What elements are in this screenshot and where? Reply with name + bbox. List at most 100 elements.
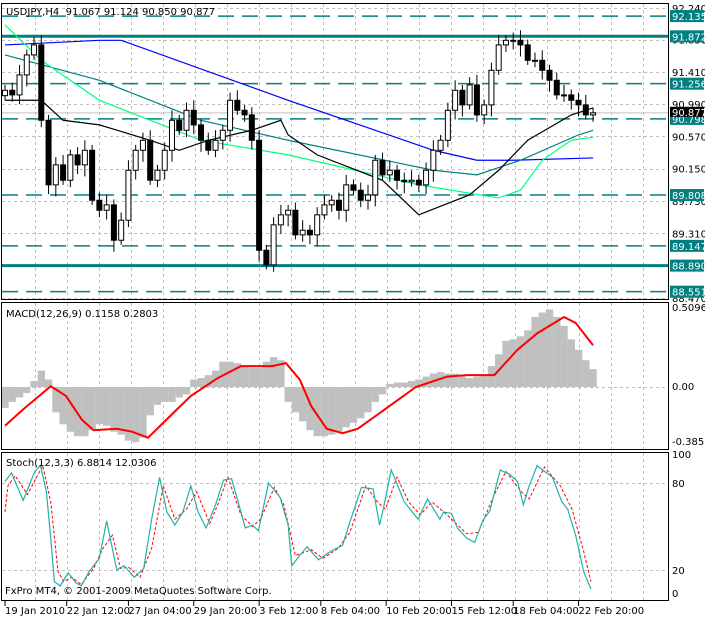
macd-histogram-bar — [531, 316, 539, 387]
price-level-tag-label: 88.551 — [672, 288, 705, 299]
macd-histogram-bar — [560, 325, 568, 387]
macd-histogram-bar — [291, 387, 300, 413]
candles — [2, 30, 597, 272]
macd-histogram-bar — [466, 378, 474, 387]
macd-histogram-bar — [364, 387, 372, 413]
macd-histogram-bar — [255, 367, 263, 387]
bull-candle — [561, 94, 568, 97]
bear-candle — [190, 109, 197, 126]
macd-histogram-bar — [335, 387, 343, 432]
bull-candle — [161, 149, 168, 171]
bear-candle — [350, 184, 357, 191]
macd-histogram-bar — [124, 387, 133, 441]
bull-candle — [52, 164, 59, 186]
bull-candle — [168, 119, 175, 151]
macd-histogram-bar — [284, 387, 292, 402]
bull-candle — [132, 149, 139, 171]
stoch-tick-label: 100 — [672, 450, 691, 461]
bear-candle — [234, 99, 241, 111]
bull-candle — [444, 109, 451, 141]
time-tick-label: 22 Jan 12:00 — [67, 606, 130, 617]
bear-candle — [176, 119, 183, 131]
macd-histogram-bar — [30, 381, 38, 387]
bear-candle — [263, 249, 270, 266]
macd-histogram-bar — [168, 387, 176, 402]
macd-histogram-bar — [139, 387, 147, 438]
symbol-title: USDJPY,H4 91.067 91.124 90.850 90.877 — [6, 7, 215, 18]
bull-candle — [328, 199, 335, 206]
bear-candle — [256, 139, 263, 251]
time-tick-label: 22 Feb 20:00 — [579, 606, 645, 617]
macd-tick-label: 0.00 — [672, 382, 694, 393]
bear-candle — [459, 89, 466, 106]
bear-candle — [394, 169, 401, 181]
bull-candle — [531, 59, 538, 62]
macd-histogram-bar — [175, 387, 183, 398]
bull-candle — [81, 149, 88, 166]
bull-candle — [314, 214, 321, 236]
bull-candle — [118, 219, 125, 241]
bull-candle — [16, 74, 23, 96]
macd-tick-label: 0.5096 — [672, 303, 705, 314]
macd-tick-label: -0.3851 — [672, 437, 705, 448]
trading-chart[interactable]: 92.24091.83091.41090.99090.57090.15089.7… — [0, 0, 705, 617]
horizontal-levels[interactable] — [2, 15, 668, 293]
bear-candle — [292, 209, 299, 236]
macd-histogram-bar — [8, 387, 16, 402]
macd-histogram-bar — [357, 387, 365, 419]
bear-candle — [401, 179, 408, 183]
price-level-tag-label: 89.147 — [672, 242, 705, 253]
bull-candle — [372, 159, 379, 196]
time-tick-label: 8 Feb 04:00 — [321, 606, 380, 617]
bear-candle — [379, 159, 386, 176]
bear-candle — [524, 44, 531, 61]
macd-histogram-bar — [386, 384, 394, 387]
bull-candle — [299, 229, 306, 236]
macd-histogram-bar — [509, 339, 517, 387]
macd-histogram-bar — [378, 387, 387, 395]
price-tick-label: 90.570 — [672, 132, 705, 143]
bull-candle — [590, 112, 597, 116]
bull-candle — [510, 39, 517, 42]
bear-candle — [546, 69, 553, 81]
macd-histogram-bar — [400, 382, 408, 387]
bear-candle — [241, 109, 248, 116]
bull-candle — [495, 44, 502, 71]
macd-histogram-bar — [81, 387, 89, 437]
macd-histogram-bar — [117, 387, 125, 435]
macd-histogram-bar — [23, 387, 31, 393]
bear-candle — [74, 154, 81, 166]
bear-candle — [9, 89, 16, 96]
macd-title: MACD(12,26,9) 0.1158 0.2803 — [6, 309, 158, 320]
macd-histogram-bar — [349, 387, 358, 423]
bear-candle — [306, 229, 313, 236]
bull-candle — [139, 139, 146, 151]
bear-candle — [415, 179, 422, 186]
price-level-tag-label: 91.256 — [672, 80, 705, 91]
time-tick-label: 27 Jan 04:00 — [128, 606, 191, 617]
macd-histogram-bar — [538, 312, 546, 387]
bull-candle — [452, 89, 459, 111]
bull-candle — [154, 169, 161, 181]
bull-candle — [488, 69, 495, 106]
bull-candle — [2, 89, 8, 97]
bull-candle — [31, 44, 38, 56]
bull-candle — [466, 84, 473, 106]
macd-histogram-bar — [582, 360, 590, 387]
bear-candle — [60, 164, 67, 181]
macd-histogram-bar — [146, 387, 154, 416]
bear-candle — [45, 119, 52, 186]
macd-histogram-bar — [240, 366, 249, 387]
bear-candle — [205, 139, 212, 151]
time-tick-label: 15 Feb 12:00 — [451, 606, 517, 617]
macd-histogram-bar — [553, 316, 561, 387]
macd-histogram-bar — [407, 381, 416, 387]
bull-candle — [183, 109, 190, 131]
bear-candle — [110, 204, 117, 241]
price-tick-label: 90.150 — [672, 165, 705, 176]
bull-candle — [103, 204, 110, 211]
macd-histogram-bar — [342, 387, 350, 428]
time-tick-label: 29 Jan 20:00 — [194, 606, 257, 617]
bull-candle — [386, 169, 393, 176]
stoch-tick-label: 0 — [672, 589, 678, 600]
